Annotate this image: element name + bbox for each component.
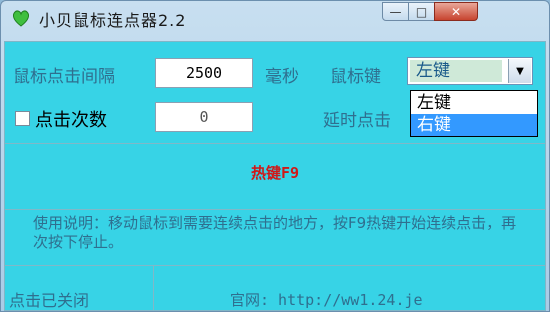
window-title: 小贝鼠标连点器2.2 bbox=[39, 11, 187, 30]
click-count-input[interactable]: 0 bbox=[155, 102, 253, 132]
mouse-button-selected: 左键 bbox=[410, 60, 502, 82]
client-area: 鼠标点击间隔 2500 毫秒 鼠标键 左键 ▼ 点击次数 0 延时点击 左键 右… bbox=[4, 41, 546, 311]
status-text: 点击已关闭 bbox=[9, 291, 90, 310]
option-right[interactable]: 右键 bbox=[411, 114, 537, 136]
delay-click-label: 延时点击 bbox=[323, 111, 391, 131]
usage-instructions: 使用说明：移动鼠标到需要连续点击的地方，按F9热键开始连续点击，再次按下停止。 bbox=[33, 214, 517, 251]
click-count-checkbox[interactable] bbox=[15, 111, 30, 126]
interval-label: 鼠标点击间隔 bbox=[13, 67, 115, 87]
mouse-button-dropdown: 左键 右键 bbox=[410, 90, 538, 137]
divider bbox=[5, 265, 545, 266]
interval-input[interactable]: 2500 bbox=[155, 58, 253, 88]
divider bbox=[5, 209, 545, 210]
website-text: 官网: http://ww1.24.je bbox=[230, 291, 423, 309]
hotkey-label: 热键F9 bbox=[250, 164, 300, 182]
maximize-button[interactable]: □ bbox=[408, 2, 435, 21]
close-button[interactable]: ✕ bbox=[434, 2, 478, 21]
mouse-button-label: 鼠标键 bbox=[330, 67, 381, 87]
minimize-button[interactable]: — bbox=[382, 2, 409, 21]
divider bbox=[5, 143, 545, 144]
interval-unit-label: 毫秒 bbox=[265, 67, 299, 87]
title-bar[interactable]: 小贝鼠标连点器2.2 — □ ✕ bbox=[1, 1, 549, 35]
app-window: 小贝鼠标连点器2.2 — □ ✕ 鼠标点击间隔 2500 毫秒 鼠标键 左键 ▼… bbox=[0, 0, 550, 312]
status-divider bbox=[153, 265, 154, 311]
dropdown-arrow-icon[interactable]: ▼ bbox=[508, 59, 531, 83]
mouse-button-select[interactable]: 左键 ▼ bbox=[407, 57, 533, 85]
green-heart-icon bbox=[12, 10, 30, 27]
click-count-label[interactable]: 点击次数 bbox=[35, 106, 107, 132]
option-left[interactable]: 左键 bbox=[411, 92, 537, 114]
